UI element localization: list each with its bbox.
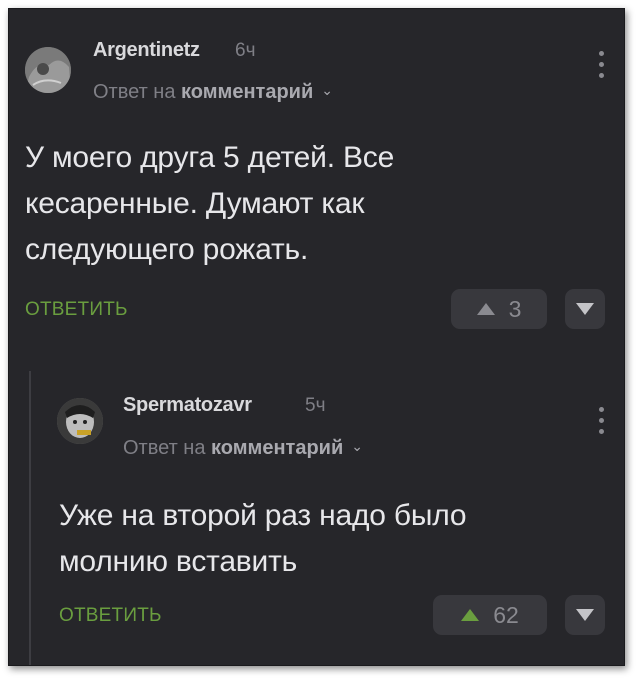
- triangle-down-icon: [576, 609, 594, 621]
- reply-button[interactable]: ОТВЕТИТЬ: [25, 299, 128, 321]
- comments-panel: Argentinetz 6ч Ответ на комментарий ⌄ У м…: [8, 8, 625, 666]
- downvote-button[interactable]: [565, 595, 605, 635]
- downvote-button[interactable]: [565, 289, 605, 329]
- upvote-button[interactable]: 62: [433, 595, 547, 635]
- vote-count: 3: [508, 295, 522, 322]
- avatar-image: [57, 398, 103, 444]
- comment-time: 6ч: [235, 40, 256, 61]
- comment-text-line: кесаренные. Думают как: [25, 187, 365, 220]
- reply-to-link[interactable]: комментарий: [181, 81, 313, 103]
- comment-text: У моего друга 5 детей. Все кесаренные. Д…: [25, 135, 394, 273]
- vote-count: 62: [493, 601, 519, 628]
- triangle-up-icon: [461, 609, 480, 621]
- triangle-up-icon: [476, 303, 495, 315]
- upvote-button[interactable]: 3: [451, 289, 547, 329]
- triangle-down-icon: [576, 303, 594, 315]
- reply-to-link[interactable]: комментарий: [211, 437, 343, 459]
- comment-text-line: У моего друга 5 детей. Все: [25, 141, 395, 174]
- author-name[interactable]: Spermatozavr: [123, 394, 252, 417]
- avatar[interactable]: [57, 398, 103, 444]
- thread-line: [29, 371, 31, 665]
- avatar-image: [25, 47, 71, 93]
- comment-time: 5ч: [305, 395, 326, 416]
- more-options-icon[interactable]: [597, 51, 605, 83]
- reply-prefix: Ответ на: [93, 81, 176, 103]
- chevron-down-icon[interactable]: ⌄: [321, 82, 333, 99]
- comment-text-line: молнию вставить: [59, 545, 298, 578]
- comment-text-line: Уже на второй раз надо было: [59, 499, 467, 532]
- comment-text: Уже на второй раз надо было молнию встав…: [59, 493, 467, 585]
- chevron-down-icon[interactable]: ⌄: [351, 438, 363, 455]
- reply-button[interactable]: ОТВЕТИТЬ: [59, 605, 162, 627]
- reply-prefix: Ответ на: [123, 437, 206, 459]
- author-name[interactable]: Argentinetz: [93, 39, 200, 62]
- avatar[interactable]: [25, 47, 71, 93]
- reply-to: Ответ на комментарий ⌄: [93, 81, 333, 104]
- more-options-icon[interactable]: [597, 407, 605, 439]
- reply-to: Ответ на комментарий ⌄: [123, 437, 363, 460]
- comment-text-line: следующего рожать.: [25, 233, 309, 266]
